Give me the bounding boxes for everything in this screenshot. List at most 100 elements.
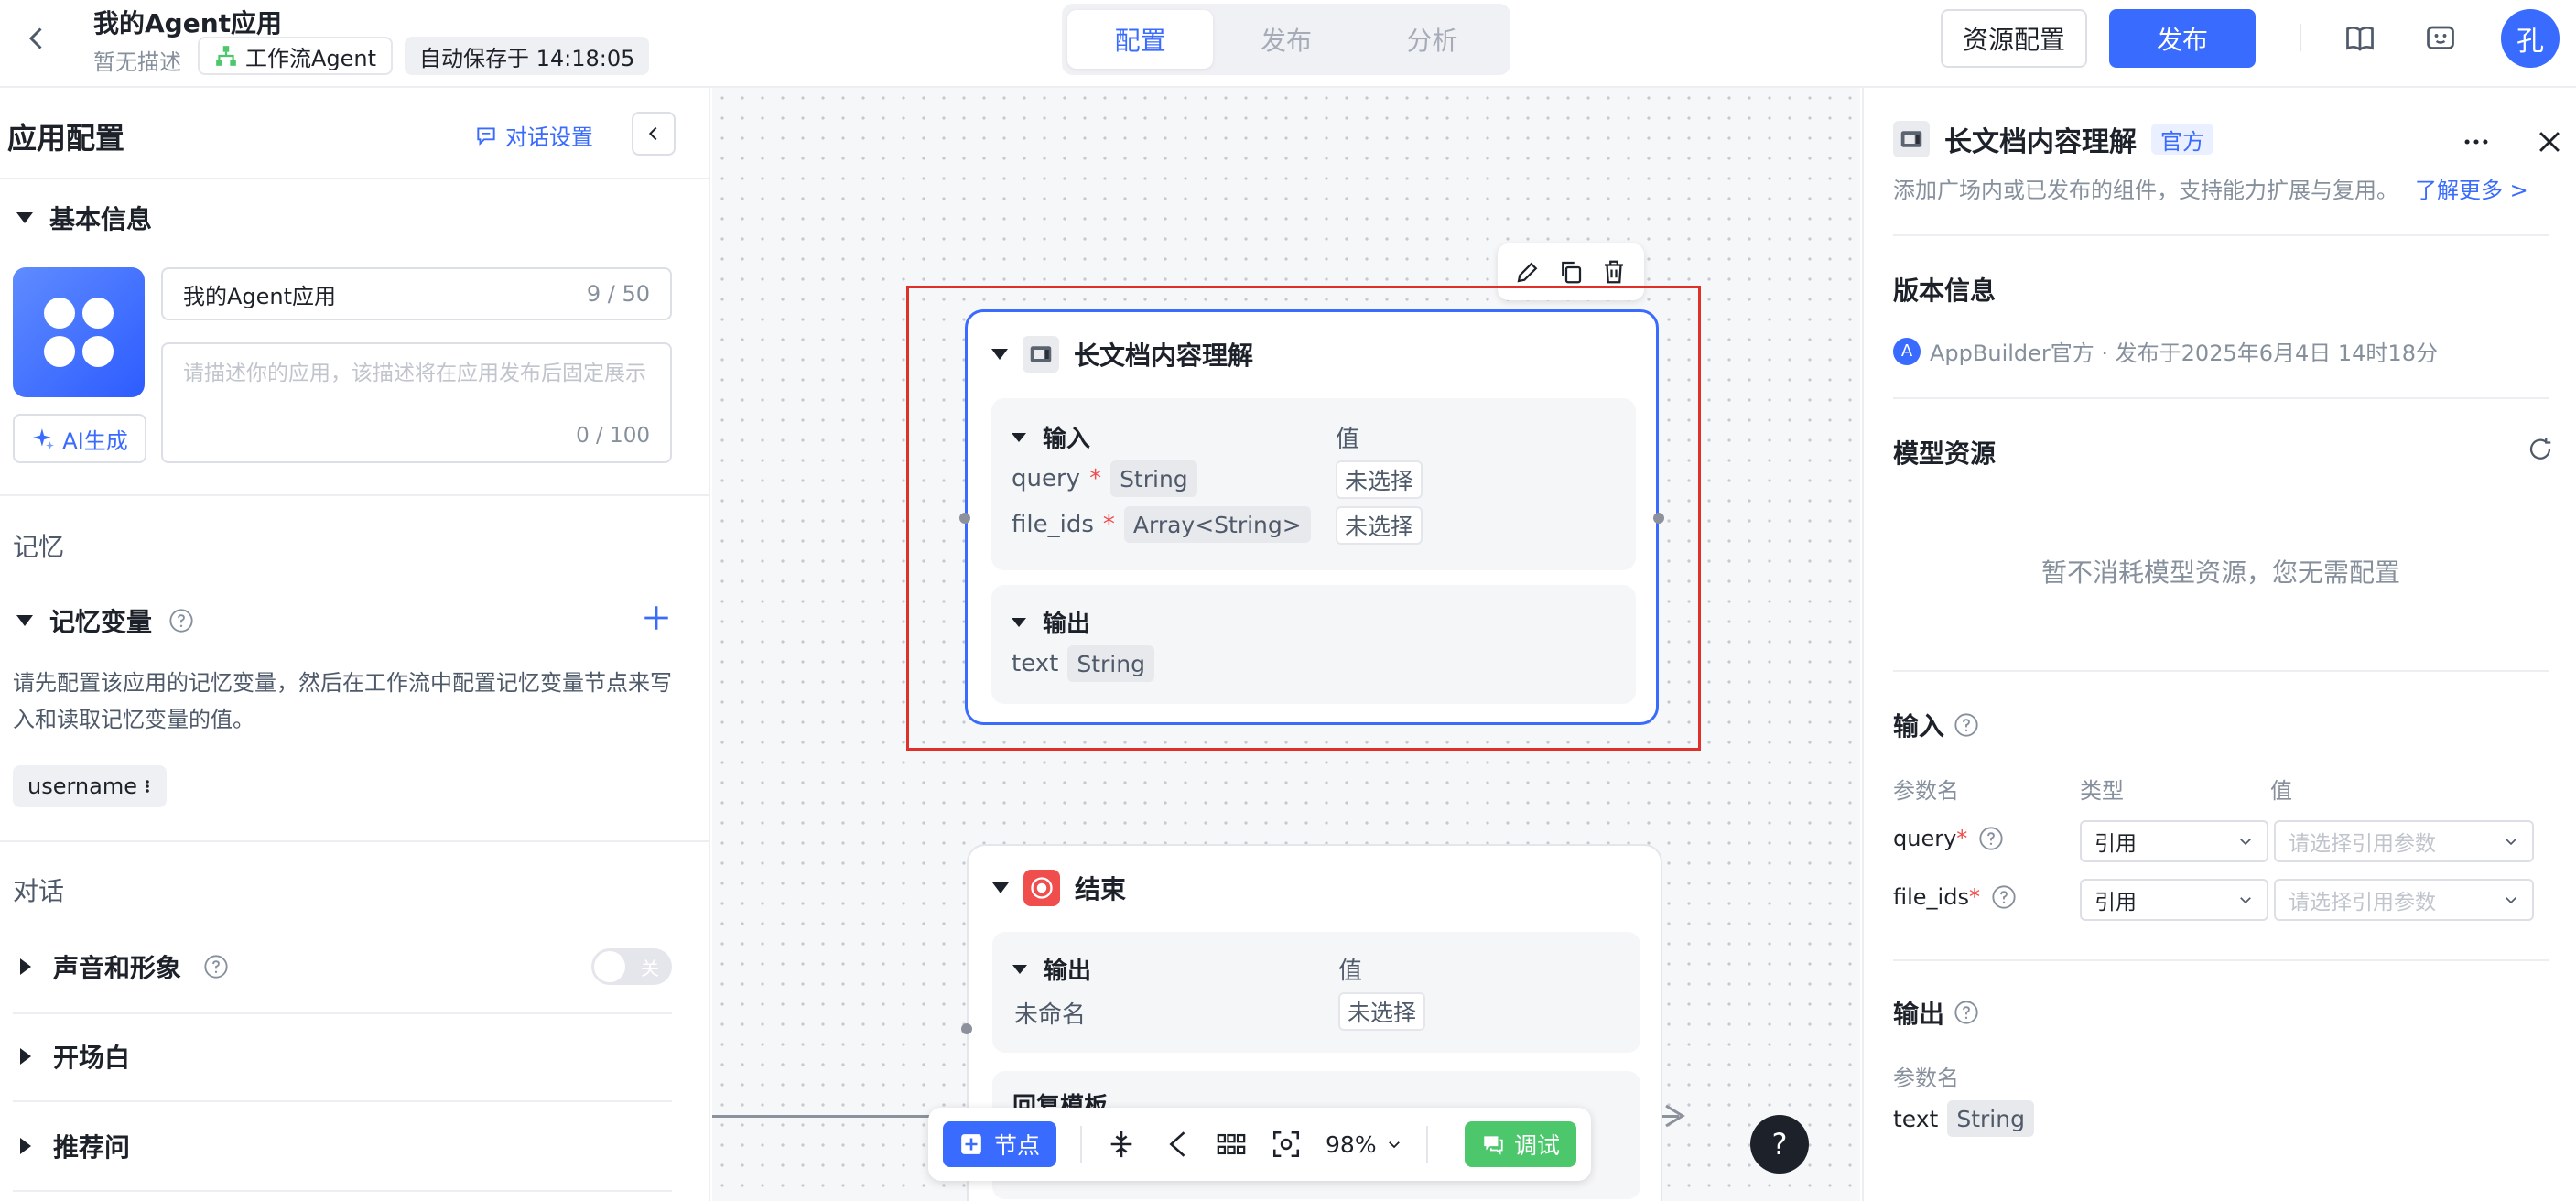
connector-icon[interactable] bbox=[1161, 1129, 1192, 1160]
help-button[interactable]: ? bbox=[1750, 1115, 1809, 1174]
output-type: String bbox=[1947, 1100, 2034, 1137]
param-type: String bbox=[1110, 460, 1197, 497]
resource-config-button[interactable]: 资源配置 bbox=[1941, 9, 2087, 68]
value-select[interactable]: 请选择引用参数 bbox=[2274, 879, 2534, 921]
doc-understanding-node[interactable]: 长文档内容理解 输入 值 query * String 未选择 file_ids *… bbox=[965, 309, 1659, 725]
help-icon[interactable] bbox=[1978, 826, 2004, 851]
user-avatar[interactable]: 孔 bbox=[2501, 9, 2560, 68]
caret-down-icon[interactable] bbox=[991, 349, 1008, 360]
input-port[interactable] bbox=[959, 513, 970, 524]
help-icon[interactable] bbox=[203, 954, 229, 979]
model-empty-text: 暂不消耗模型资源，您无需配置 bbox=[2040, 557, 2400, 588]
chat-bubble-icon bbox=[477, 126, 495, 146]
memory-vars-section-toggle[interactable]: 记忆变量 bbox=[16, 602, 194, 639]
delete-icon[interactable] bbox=[1600, 258, 1628, 286]
col-param-name: 参数名 bbox=[1893, 778, 1959, 804]
caret-down-icon[interactable] bbox=[992, 882, 1009, 893]
add-memory-var-icon[interactable] bbox=[641, 602, 672, 633]
output-heading-label: 输出 bbox=[1893, 999, 1945, 1029]
node-title: 长文档内容理解 bbox=[1074, 341, 1254, 371]
edit-icon[interactable] bbox=[1514, 258, 1542, 286]
voice-section-toggle[interactable]: 声音和形象 bbox=[20, 948, 229, 985]
type-select[interactable]: 引用 bbox=[2080, 820, 2268, 862]
output-port[interactable] bbox=[1653, 513, 1664, 524]
memory-var-chip[interactable]: username bbox=[13, 765, 167, 807]
edge-arrowhead-icon bbox=[1665, 1104, 1685, 1128]
refresh-icon[interactable] bbox=[2527, 436, 2554, 463]
divider bbox=[1893, 234, 2549, 236]
recommend-section-toggle[interactable]: 推荐问 bbox=[20, 1128, 130, 1164]
memory-vars-heading: 记忆变量 bbox=[49, 607, 153, 637]
output-toggle[interactable]: 输出 bbox=[1012, 952, 1091, 986]
app-type-chip: 工作流Agent bbox=[198, 37, 394, 75]
dialog-group-label: 对话 bbox=[13, 876, 65, 906]
clover-logo-icon bbox=[44, 298, 114, 367]
zoom-select[interactable]: 98% bbox=[1326, 1131, 1402, 1158]
sparkle-icon bbox=[33, 428, 55, 449]
param-value[interactable]: 未选择 bbox=[1336, 460, 1423, 499]
help-icon[interactable] bbox=[1991, 884, 2017, 910]
back-icon[interactable] bbox=[20, 22, 53, 55]
collapse-panel-button[interactable] bbox=[632, 112, 676, 156]
app-description-textarea[interactable]: 请描述你的应用，该描述将在应用发布后固定展示 0 / 100 bbox=[161, 342, 672, 463]
ai-generate-button[interactable]: AI生成 bbox=[13, 414, 146, 463]
model-resource-heading: 模型资源 bbox=[1893, 438, 1997, 469]
more-horizontal-icon[interactable] bbox=[2461, 126, 2492, 157]
divider bbox=[0, 178, 709, 179]
app-icon[interactable] bbox=[13, 267, 145, 397]
ai-generate-label: AI生成 bbox=[62, 427, 128, 454]
voice-toggle[interactable]: 关 bbox=[591, 948, 672, 985]
end-output-box: 输出 值 未命名 未选择 bbox=[992, 932, 1640, 1053]
publish-button[interactable]: 发布 bbox=[2109, 9, 2256, 68]
divider bbox=[13, 1012, 672, 1014]
align-center-icon[interactable] bbox=[1106, 1129, 1137, 1160]
input-port[interactable] bbox=[961, 1023, 972, 1034]
output-param-row: text String bbox=[1893, 1100, 2034, 1137]
output-value[interactable]: 未选择 bbox=[1338, 992, 1426, 1031]
caret-right-icon bbox=[20, 1138, 31, 1154]
param-row: query * String bbox=[1012, 460, 1197, 497]
panel-header: 长文档内容理解 官方 bbox=[1893, 119, 2213, 159]
zoom-value: 98% bbox=[1326, 1131, 1377, 1158]
col-value: 值 bbox=[2270, 778, 2292, 804]
input-toggle[interactable]: 输入 bbox=[1012, 420, 1090, 454]
description-placeholder: 请描述你的应用，该描述将在应用发布后固定展示 bbox=[183, 362, 646, 385]
more-vertical-icon bbox=[146, 780, 149, 793]
help-icon[interactable] bbox=[168, 608, 194, 633]
book-icon[interactable] bbox=[2343, 22, 2376, 55]
chat-settings-link[interactable]: 对话设置 bbox=[474, 119, 593, 151]
app-name-char-count: 9 / 50 bbox=[586, 281, 650, 307]
copy-icon[interactable] bbox=[1557, 258, 1585, 286]
close-icon[interactable] bbox=[2534, 126, 2565, 157]
param-type: Array<String> bbox=[1123, 506, 1311, 543]
grid-layout-icon[interactable] bbox=[1216, 1129, 1247, 1160]
fit-view-icon[interactable] bbox=[1271, 1129, 1302, 1160]
help-icon[interactable] bbox=[1954, 1000, 1979, 1025]
tab-analysis[interactable]: 分析 bbox=[1359, 10, 1505, 69]
memory-group-label: 记忆 bbox=[13, 532, 65, 562]
param-value[interactable]: 未选择 bbox=[1336, 506, 1423, 545]
help-icon[interactable] bbox=[1954, 712, 1979, 738]
basic-info-section-toggle[interactable]: 基本信息 bbox=[16, 200, 152, 236]
add-node-button[interactable]: 节点 bbox=[943, 1121, 1057, 1167]
feedback-icon[interactable] bbox=[2424, 22, 2457, 55]
app-config-panel: 应用配置 对话设置 基本信息 AI生成 我的Agent应用 9 / 50 请描述… bbox=[0, 88, 710, 1201]
type-select[interactable]: 引用 bbox=[2080, 879, 2268, 921]
node-header: 长文档内容理解 bbox=[991, 336, 1253, 373]
col-type: 类型 bbox=[2080, 778, 2124, 804]
tab-config[interactable]: 配置 bbox=[1067, 10, 1214, 69]
output-name: 未命名 bbox=[1014, 1001, 1087, 1029]
app-name-input[interactable]: 我的Agent应用 9 / 50 bbox=[161, 267, 672, 320]
input-param-row: query * bbox=[1893, 826, 2004, 851]
debug-button[interactable]: 调试 bbox=[1464, 1121, 1576, 1167]
publisher-avatar: A bbox=[1893, 337, 1921, 365]
input-heading: 输入 bbox=[1893, 707, 1979, 743]
memory-var-name: username bbox=[27, 774, 137, 799]
value-select[interactable]: 请选择引用参数 bbox=[2274, 820, 2534, 862]
learn-more-link[interactable]: 了解更多 > bbox=[2415, 172, 2528, 204]
tab-publish[interactable]: 发布 bbox=[1213, 10, 1358, 69]
memory-description: 请先配置该应用的记忆变量，然后在工作流中配置记忆变量节点来写入和读取记忆变量的值… bbox=[13, 670, 672, 732]
output-toggle[interactable]: 输出 bbox=[1012, 605, 1090, 639]
opening-section-toggle[interactable]: 开场白 bbox=[20, 1038, 130, 1075]
autosave-status: 自动保存于 14:18:05 bbox=[405, 37, 650, 75]
